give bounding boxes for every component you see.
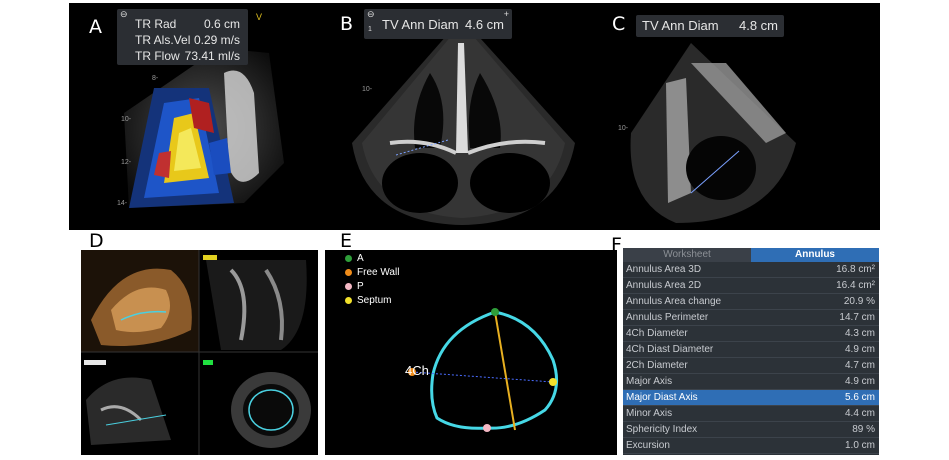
two-chamber-echo-image (630, 43, 796, 223)
three-d-quad-view (81, 250, 318, 455)
row-label: Sphericity Index (626, 424, 698, 435)
table-row[interactable]: 4Ch Diameter 4.3 cm (623, 326, 879, 342)
depth-tick-8: 8- (152, 75, 159, 82)
row-value: 4.7 cm (844, 360, 875, 371)
tr-als-vel-row: TR Als.Vel 0.29 m/s (117, 32, 248, 48)
legend-item-a: A (345, 253, 364, 264)
tv-ann-diam-value-b: 4.6 cm (464, 17, 504, 32)
legend-dot-septum (345, 297, 352, 304)
panel-label-b: B (340, 13, 354, 35)
table-row[interactable]: Sphericity Index 89 % (623, 422, 879, 438)
panel-label-e: E (340, 230, 353, 252)
table-row[interactable]: Annulus Area 3D 16.8 cm² (623, 262, 879, 278)
row-value: 14.7 cm (839, 312, 875, 323)
tr-flow-value: 73.41 ml/s (184, 49, 240, 63)
table-row[interactable]: Annulus Perimeter 14.7 cm (623, 310, 879, 326)
table-row[interactable]: Major Axis 4.9 cm (623, 374, 879, 390)
annulus-rows: Annulus Area 3D 16.8 cm² Annulus Area 2D 16… (623, 262, 879, 454)
legend-dot-a (345, 255, 352, 262)
table-row[interactable]: Major Diast Axis 5.6 cm (623, 390, 879, 406)
row-label: Annulus Area 3D (626, 264, 702, 275)
legend-label-septum: Septum (357, 295, 392, 306)
tr-flow-row: TR Flow 73.41 ml/s (117, 48, 248, 64)
depth-tick-10: 10- (121, 116, 132, 123)
annulus-shape (408, 308, 559, 432)
legend-item-septum: Septum (345, 295, 391, 306)
row-value: 4.9 cm (844, 376, 875, 387)
row-index: 1 (368, 26, 372, 33)
row-value: 20.9 % (843, 296, 875, 307)
tv-ann-diam-row-c: TV Ann Diam 4.8 cm (636, 15, 784, 34)
panel-label-a: A (89, 16, 102, 38)
row-label: Major Diast Axis (626, 392, 698, 403)
row-label: Annulus Area change (626, 296, 722, 307)
annulus-diagram-panel: A Free Wall P Septum 4Ch (325, 250, 617, 455)
collapse-icon[interactable]: ⊖ (120, 9, 128, 20)
septum-point (549, 378, 557, 386)
depth-tick-12: 12- (121, 159, 132, 166)
row-label: Annulus Area 2D (626, 280, 702, 291)
table-row[interactable]: 2Ch Diameter 4.7 cm (623, 358, 879, 374)
row-value: 89 % (852, 424, 875, 435)
row-label: 2Ch Diameter (626, 360, 688, 371)
legend-dot-p (345, 283, 352, 290)
depth-tick-b: 10- (362, 86, 373, 93)
row-label: Excursion (626, 440, 670, 451)
worksheet-tabs: Worksheet Annulus (623, 248, 879, 262)
legend-label-a: A (357, 253, 364, 264)
legend-item-free-wall: Free Wall (345, 267, 399, 278)
legend-dot-free-wall (345, 269, 352, 276)
table-row[interactable]: Annulus Area 2D 16.4 cm² (623, 278, 879, 294)
row-value: 5.6 cm (844, 392, 875, 403)
tv-ann-diam-overlay-b: ⊖ + 1 TV Ann Diam 4.6 cm (364, 9, 512, 39)
row-value: 4.9 cm (844, 344, 875, 355)
tab-worksheet[interactable]: Worksheet (623, 248, 751, 262)
tr-rad-value: 0.6 cm (203, 17, 240, 31)
legend-item-p: P (345, 281, 364, 292)
annulus-worksheet-table: Worksheet Annulus Annulus Area 3D 16.8 cm… (623, 248, 879, 455)
panel-label-c: C (612, 13, 626, 35)
row-label: 4Ch Diast Diameter (626, 344, 714, 355)
row-value: 1.0 cm (844, 440, 875, 451)
row-value: 16.4 cm² (836, 280, 875, 291)
view-label-4ch: 4Ch (405, 363, 429, 378)
panel-label-d: D (89, 230, 104, 252)
table-row[interactable]: Minor Axis 4.4 cm (623, 406, 879, 422)
collapse-icon[interactable]: ⊖ (367, 9, 375, 20)
legend-label-p: P (357, 281, 364, 292)
legend-label-free-wall: Free Wall (357, 267, 400, 278)
row-label: Major Axis (626, 376, 673, 387)
table-row[interactable]: Annulus Area change 20.9 % (623, 294, 879, 310)
row-value: 4.3 cm (844, 328, 875, 339)
tr-rad-label: TR Rad (135, 17, 177, 31)
row-label: Annulus Perimeter (626, 312, 709, 323)
tab-annulus[interactable]: Annulus (751, 248, 879, 262)
table-row[interactable]: 4Ch Diast Diameter 4.9 cm (623, 342, 879, 358)
tv-ann-diam-label-c: TV Ann Diam (642, 18, 719, 33)
depth-tick-c: 10- (618, 125, 629, 132)
row-value: 16.8 cm² (836, 264, 875, 275)
panel-label-f: F (611, 234, 622, 256)
posterior-point (483, 424, 491, 432)
tv-ann-diam-overlay-c: TV Ann Diam 4.8 cm (636, 15, 784, 37)
row-label: Minor Axis (626, 408, 673, 419)
velocity-marker: V (256, 12, 263, 22)
tr-als-vel-label: TR Als.Vel (135, 33, 191, 47)
depth-tick-14: 14- (117, 200, 128, 207)
tv-ann-diam-label-b: TV Ann Diam (382, 17, 459, 32)
plus-icon[interactable]: + (504, 9, 509, 19)
tv-ann-diam-value-c: 4.8 cm (738, 18, 778, 33)
row-label: 4Ch Diameter (626, 328, 688, 339)
tr-flow-label: TR Flow (135, 49, 180, 63)
anterior-point (491, 308, 499, 316)
tr-measurement-overlay: ⊖ TR Rad 0.6 cm TR Als.Vel 0.29 m/s TR F… (117, 9, 248, 65)
tr-als-vel-value: 0.29 m/s (193, 33, 240, 47)
tv-ann-diam-row-b: TV Ann Diam 4.6 cm (364, 9, 512, 33)
row-value: 4.4 cm (844, 408, 875, 419)
table-row[interactable]: Excursion 1.0 cm (623, 438, 879, 454)
tr-rad-row: TR Rad 0.6 cm (117, 16, 248, 32)
three-d-render (81, 250, 318, 455)
